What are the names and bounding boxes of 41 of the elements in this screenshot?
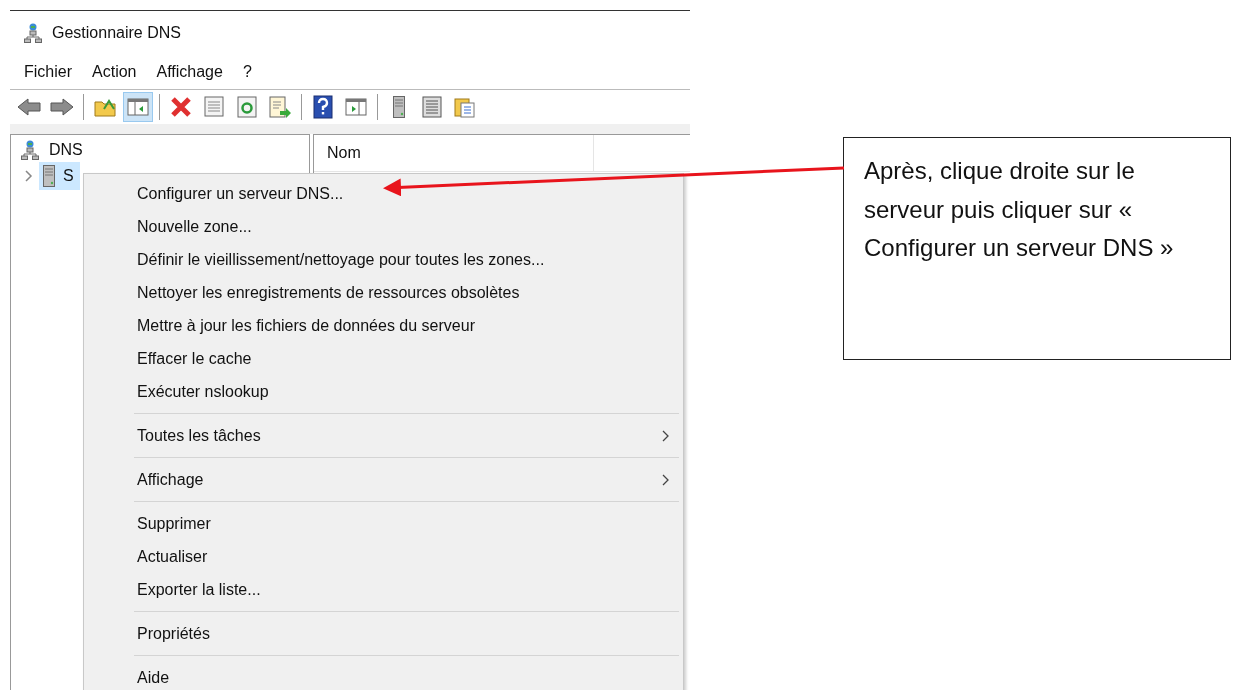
menu-item[interactable]: Affichage <box>84 463 683 496</box>
console-tree-button[interactable] <box>123 92 153 122</box>
panel-icon <box>127 97 149 117</box>
menu-item[interactable]: Mettre à jour les fichiers de données du serveur <box>84 309 683 342</box>
menu-bar-item[interactable]: Action <box>82 61 147 83</box>
arrow-left-icon <box>17 97 41 117</box>
chevron-right-icon[interactable] <box>23 169 33 183</box>
window-title: Gestionnaire DNS <box>52 24 181 42</box>
refresh-icon <box>237 96 257 118</box>
menu-item[interactable]: Effacer le cache <box>84 342 683 375</box>
export-icon <box>269 96 291 118</box>
menu-item[interactable]: Toutes les tâches <box>84 419 683 452</box>
clipboard-icon <box>454 96 476 118</box>
network-icon <box>21 140 39 160</box>
menu-item[interactable]: Actualiser <box>84 540 683 573</box>
menu-item[interactable]: Définir le vieillissement/nettoyage pour toutes les zones... <box>84 243 683 276</box>
server-icon <box>43 165 55 187</box>
callout-text: Après, clique droite sur le serveur puis cliquer sur « Configurer un serveur DNS » <box>843 137 1231 360</box>
menu-item[interactable]: Exporter la liste... <box>84 573 683 606</box>
arrow-right-icon <box>50 97 74 117</box>
document-icon <box>204 96 224 118</box>
menu-item[interactable]: Configurer un serveur DNS... <box>84 177 683 210</box>
menu-item[interactable]: Aide <box>84 661 683 690</box>
network-icon <box>24 23 42 43</box>
menu-bar-item[interactable]: Affichage <box>146 61 233 83</box>
panel-icon <box>345 97 367 117</box>
menu-item[interactable]: Exécuter nslookup <box>84 375 683 408</box>
help-icon <box>313 95 333 119</box>
tree-item[interactable]: S <box>39 162 80 190</box>
menu-item[interactable]: Propriétés <box>84 617 683 650</box>
folder-icon <box>94 97 116 117</box>
x-icon <box>170 96 192 118</box>
server-icon <box>393 96 405 118</box>
menu-bar-item[interactable]: ? <box>232 61 262 83</box>
column-header[interactable]: Nom <box>314 135 594 171</box>
tree-item[interactable]: DNS <box>45 140 87 160</box>
list-icon <box>422 96 442 118</box>
menu-item[interactable]: Nettoyer les enregistrements de ressources obsolètes <box>84 276 683 309</box>
menu-item[interactable]: Nouvelle zone... <box>84 210 683 243</box>
menu-bar-item[interactable]: Fichier <box>14 61 82 83</box>
menu-item[interactable]: Supprimer <box>84 507 683 540</box>
